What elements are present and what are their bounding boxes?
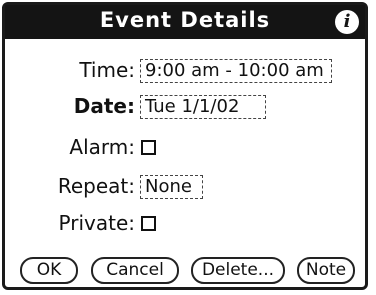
delete-button[interactable]: Delete... xyxy=(191,257,285,284)
private-checkbox[interactable] xyxy=(141,216,156,231)
time-field[interactable]: 9:00 am - 10:00 am xyxy=(140,59,332,83)
title-bar: Event Details i xyxy=(5,5,365,39)
repeat-field[interactable]: None xyxy=(140,175,203,199)
event-details-dialog: Event Details i Time: 9:00 am - 10:00 am… xyxy=(2,2,368,290)
repeat-label: Repeat: xyxy=(57,174,135,198)
dialog-title: Event Details xyxy=(99,8,271,32)
time-label: Time: xyxy=(79,58,135,82)
date-label: Date: xyxy=(73,94,135,118)
alarm-label: Alarm: xyxy=(69,135,135,159)
cancel-button[interactable]: Cancel xyxy=(91,257,179,284)
ok-button[interactable]: OK xyxy=(20,257,78,284)
note-button[interactable]: Note xyxy=(297,257,355,284)
private-label: Private: xyxy=(58,211,135,235)
alarm-checkbox[interactable] xyxy=(141,140,156,155)
info-icon[interactable]: i xyxy=(335,10,359,34)
date-field[interactable]: Tue 1/1/02 xyxy=(140,95,266,119)
